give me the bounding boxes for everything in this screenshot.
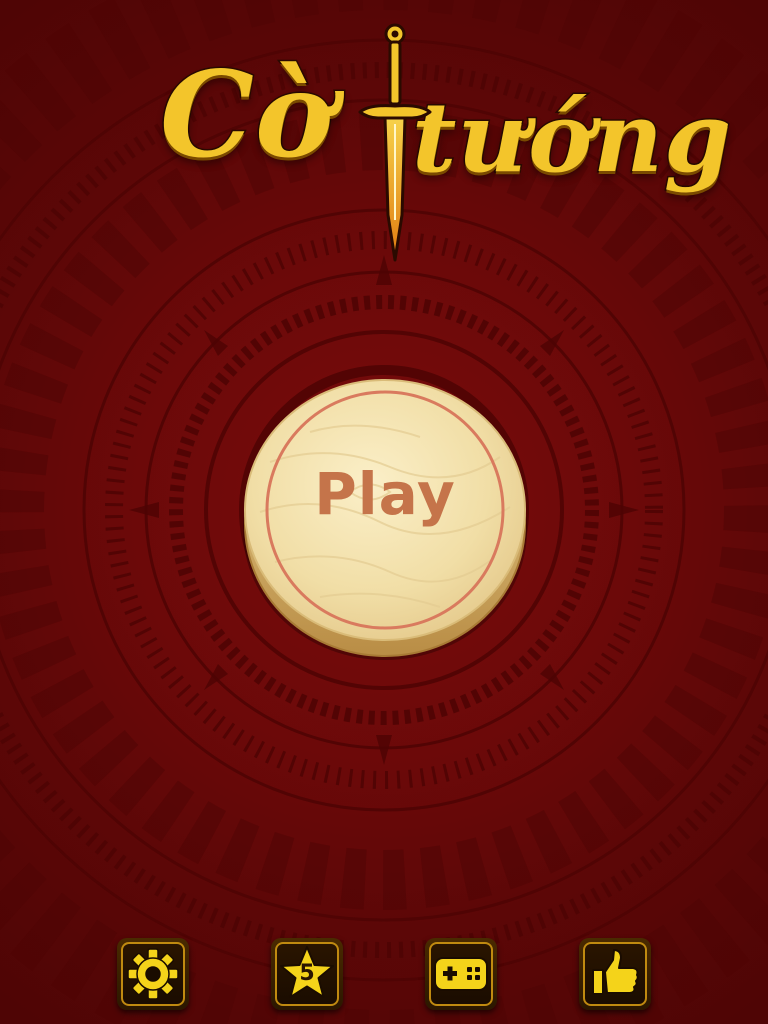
more-games-button-frame	[429, 942, 493, 1006]
like-button[interactable]	[579, 938, 651, 1010]
rate-button[interactable]: 5	[271, 938, 343, 1010]
play-label: Play	[314, 460, 456, 528]
gamepad-icon	[434, 957, 488, 991]
play-button[interactable]: Play	[240, 372, 530, 662]
sword-icon	[358, 23, 432, 262]
settings-button-frame	[121, 942, 185, 1006]
game-title-logo: Cờ tướng	[150, 20, 733, 280]
more-games-button[interactable]	[425, 938, 497, 1010]
title-word-co: Cờ	[159, 45, 336, 184]
rate-count: 5	[299, 961, 315, 986]
thumbs-up-icon	[592, 949, 639, 995]
settings-button[interactable]	[117, 938, 189, 1010]
like-button-frame	[583, 942, 647, 1006]
title-word-tuong: tướng	[410, 81, 733, 194]
rate-button-frame: 5	[275, 942, 339, 1006]
gear-icon	[127, 948, 179, 1000]
menu-screen: Cờ tướng Play 5	[0, 0, 768, 1024]
